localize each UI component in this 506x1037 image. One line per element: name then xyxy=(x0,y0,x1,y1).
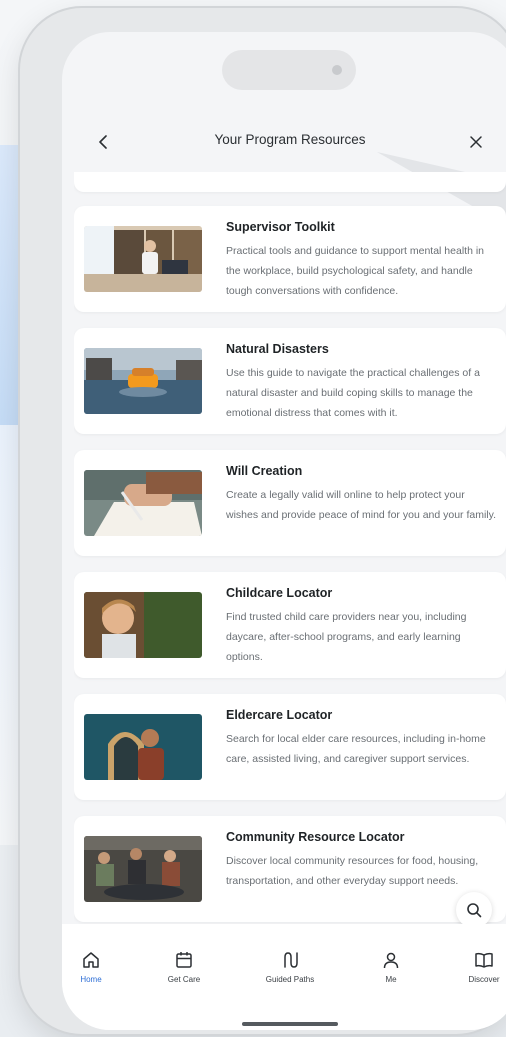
path-icon xyxy=(284,952,298,968)
page-header: Your Program Resources xyxy=(62,122,506,162)
tab-discover[interactable]: Discover xyxy=(444,948,506,984)
resource-card-natural-disasters[interactable]: Natural Disasters Use this guide to navi… xyxy=(74,328,506,434)
resource-card-childcare-locator[interactable]: Childcare Locator Find trusted child car… xyxy=(74,572,506,678)
home-icon xyxy=(83,952,99,968)
resource-thumbnail xyxy=(84,714,202,780)
tab-guided-paths[interactable]: Guided Paths xyxy=(250,948,330,984)
camera-icon xyxy=(332,65,342,75)
resource-description: Discover local community resources for f… xyxy=(226,855,479,887)
resource-title: Childcare Locator xyxy=(226,586,333,600)
tab-home[interactable]: Home xyxy=(62,948,131,984)
resource-thumbnail xyxy=(84,348,202,414)
tab-label: Discover xyxy=(468,975,500,984)
tab-me[interactable]: Me xyxy=(351,948,431,984)
resource-title: Supervisor Toolkit xyxy=(226,220,335,234)
resource-thumbnail xyxy=(84,470,202,536)
resource-title: Eldercare Locator xyxy=(226,708,333,722)
bottom-tab-bar: Home Get Care Guided Paths Me Discover xyxy=(62,924,506,1030)
tab-label: Home xyxy=(80,975,102,984)
resource-description: Use this guide to navigate the practical… xyxy=(226,367,480,419)
book-icon xyxy=(475,952,493,968)
resource-description: Find trusted child care providers near y… xyxy=(226,611,467,663)
resource-thumbnail xyxy=(84,836,202,902)
close-icon xyxy=(470,136,482,148)
close-button[interactable] xyxy=(462,128,490,156)
home-indicator xyxy=(242,1022,338,1026)
resource-description: Search for local elder care resources, i… xyxy=(226,733,486,765)
calendar-icon xyxy=(176,952,192,968)
phone-frame: Your Program Resources Supervisor Toolki… xyxy=(20,8,506,1034)
dynamic-island xyxy=(222,50,356,90)
resource-thumbnail xyxy=(84,226,202,292)
card-stub xyxy=(74,172,506,192)
search-icon xyxy=(467,903,482,918)
tab-get-care[interactable]: Get Care xyxy=(144,948,224,984)
tab-label: Me xyxy=(385,975,397,984)
resource-card-eldercare-locator[interactable]: Eldercare Locator Search for local elder… xyxy=(74,694,506,800)
resource-title: Natural Disasters xyxy=(226,342,329,356)
resource-title: Community Resource Locator xyxy=(226,830,405,844)
resource-card-supervisor-toolkit[interactable]: Supervisor Toolkit Practical tools and g… xyxy=(74,206,506,312)
resource-description: Practical tools and guidance to support … xyxy=(226,245,484,297)
tab-label: Guided Paths xyxy=(265,975,315,984)
resource-description: Create a legally valid will online to he… xyxy=(226,489,497,521)
resource-thumbnail xyxy=(84,592,202,658)
person-icon xyxy=(383,952,399,969)
screen: Your Program Resources Supervisor Toolki… xyxy=(62,32,506,1030)
resource-title: Will Creation xyxy=(226,464,303,478)
resource-card-community-resource-locator[interactable]: Community Resource Locator Discover loca… xyxy=(74,816,506,922)
resource-card-will-creation[interactable]: Will Creation Create a legally valid wil… xyxy=(74,450,506,556)
search-button[interactable] xyxy=(456,892,492,928)
resource-list[interactable]: Supervisor Toolkit Practical tools and g… xyxy=(74,172,506,924)
page-title: Your Program Resources xyxy=(214,132,366,147)
tab-label: Get Care xyxy=(167,975,201,984)
